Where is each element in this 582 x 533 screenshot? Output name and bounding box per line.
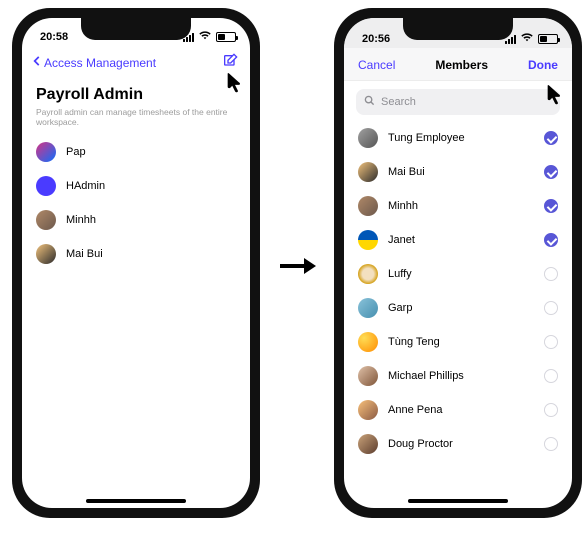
avatar: [358, 162, 378, 182]
member-name: Luffy: [388, 268, 544, 280]
avatar: [358, 298, 378, 318]
modal-title: Members: [435, 58, 488, 72]
selectable-row[interactable]: Janet: [344, 223, 572, 257]
home-indicator: [408, 499, 508, 503]
status-icons: [505, 33, 558, 45]
selectable-row[interactable]: Minhh: [344, 189, 572, 223]
search-icon: [364, 95, 375, 109]
member-name: Minhh: [388, 200, 544, 212]
checkbox-empty[interactable]: [544, 437, 558, 451]
avatar: [36, 210, 56, 230]
avatar: [36, 176, 56, 196]
notch: [81, 18, 191, 40]
wifi-icon: [521, 33, 533, 45]
done-button[interactable]: Done: [528, 58, 558, 72]
role-title: Payroll Admin: [36, 86, 236, 104]
edit-button[interactable]: [222, 53, 238, 72]
checkbox-empty[interactable]: [544, 335, 558, 349]
selectable-row[interactable]: Luffy: [344, 257, 572, 291]
phone-right: 20:56 Cancel Members Done Search Tu: [334, 8, 582, 518]
avatar: [358, 332, 378, 352]
screen-right: 20:56 Cancel Members Done Search Tu: [344, 18, 572, 508]
member-name: Garp: [388, 302, 544, 314]
avatar: [358, 264, 378, 284]
checkmark-icon[interactable]: [544, 131, 558, 145]
selectable-row[interactable]: Tùng Teng: [344, 325, 572, 359]
selectable-row[interactable]: Mai Bui: [344, 155, 572, 189]
member-row[interactable]: HAdmin: [22, 169, 250, 203]
selectable-row[interactable]: Garp: [344, 291, 572, 325]
member-name: Anne Pena: [388, 404, 544, 416]
member-name: Tùng Teng: [388, 336, 544, 348]
status-icons: [183, 31, 236, 43]
avatar: [358, 196, 378, 216]
screen-left: 20:58 Access Management: [22, 18, 250, 508]
member-row[interactable]: Pap: [22, 135, 250, 169]
compose-icon: [222, 58, 238, 72]
avatar: [358, 230, 378, 250]
avatar: [358, 366, 378, 386]
member-row[interactable]: Mai Bui: [22, 237, 250, 271]
member-name: Minhh: [66, 214, 96, 226]
chevron-left-icon: [30, 54, 44, 71]
search-placeholder: Search: [381, 96, 416, 108]
home-indicator: [86, 499, 186, 503]
status-time: 20:58: [40, 31, 68, 43]
modal-header: Cancel Members Done: [344, 48, 572, 81]
member-name: Mai Bui: [66, 248, 103, 260]
member-row[interactable]: Minhh: [22, 203, 250, 237]
avatar: [358, 128, 378, 148]
selectable-row[interactable]: Tung Employee: [344, 121, 572, 155]
checkbox-empty[interactable]: [544, 369, 558, 383]
role-description: Payroll admin can manage timesheets of t…: [36, 107, 236, 127]
status-time: 20:56: [362, 33, 390, 45]
cancel-button[interactable]: Cancel: [358, 58, 395, 72]
notch: [403, 18, 513, 40]
back-button[interactable]: Access Management: [30, 54, 156, 71]
member-name: Mai Bui: [388, 166, 544, 178]
checkbox-empty[interactable]: [544, 403, 558, 417]
battery-icon: [538, 34, 558, 44]
checkmark-icon[interactable]: [544, 165, 558, 179]
checkbox-empty[interactable]: [544, 301, 558, 315]
search-input[interactable]: Search: [356, 89, 560, 115]
avatar: [36, 244, 56, 264]
checkmark-icon[interactable]: [544, 233, 558, 247]
role-section: Payroll Admin Payroll admin can manage t…: [22, 78, 250, 129]
avatar: [358, 400, 378, 420]
selectable-row[interactable]: Doug Proctor: [344, 427, 572, 461]
checkbox-empty[interactable]: [544, 267, 558, 281]
avatar: [358, 434, 378, 454]
checkmark-icon[interactable]: [544, 199, 558, 213]
member-name: Doug Proctor: [388, 438, 544, 450]
selectable-row[interactable]: Michael Phillips: [344, 359, 572, 393]
nav-bar: Access Management: [22, 50, 250, 78]
avatar: [36, 142, 56, 162]
battery-icon: [216, 32, 236, 42]
arrow-right-icon: [280, 255, 316, 282]
wifi-icon: [199, 31, 211, 43]
member-name: Tung Employee: [388, 132, 544, 144]
member-name: Michael Phillips: [388, 370, 544, 382]
member-name: Pap: [66, 146, 86, 158]
member-name: Janet: [388, 234, 544, 246]
phone-left: 20:58 Access Management: [12, 8, 260, 518]
member-name: HAdmin: [66, 180, 105, 192]
selectable-row[interactable]: Anne Pena: [344, 393, 572, 427]
back-label: Access Management: [44, 56, 156, 70]
